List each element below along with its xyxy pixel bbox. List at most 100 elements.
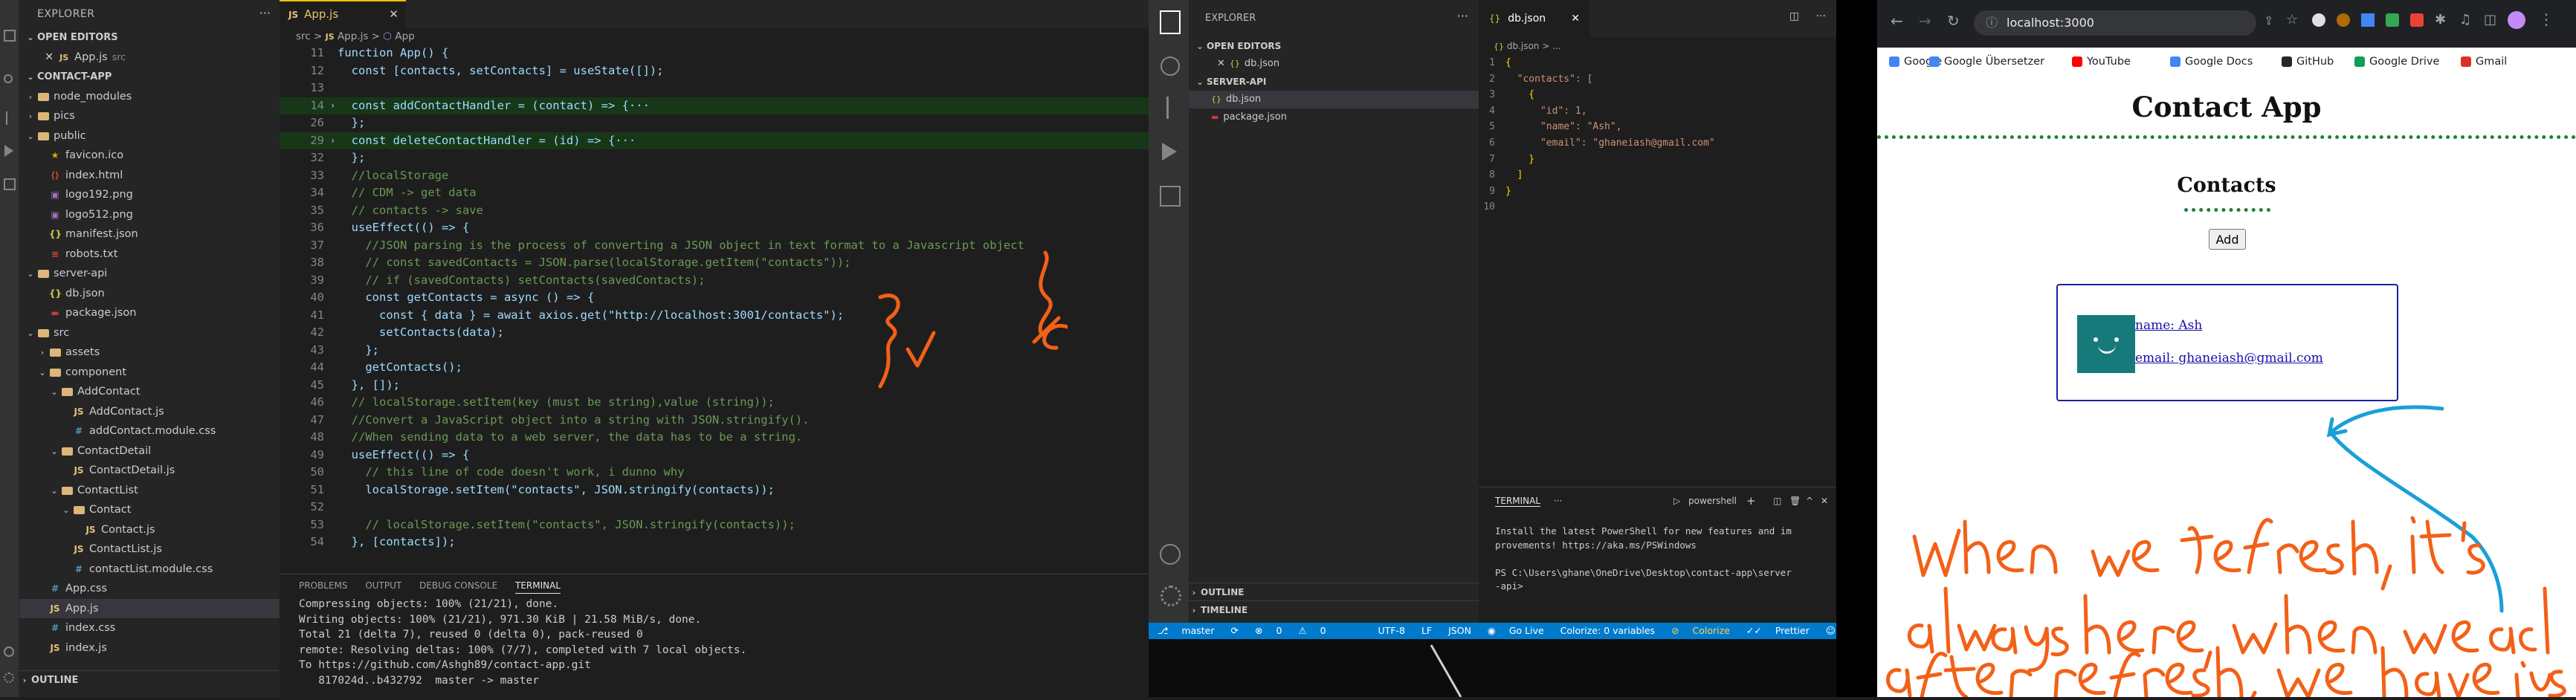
breadcrumb-symbol[interactable]: ... bbox=[1552, 41, 1560, 51]
code-line[interactable]: 50 // this line of code doesn't work, i … bbox=[280, 464, 1149, 482]
tree-item[interactable]: ▬ package.json bbox=[19, 303, 280, 323]
tree-item[interactable]: JS AddContact.js bbox=[19, 402, 280, 422]
tree-item[interactable]: ⌄ Contact bbox=[19, 500, 280, 520]
run-debug-icon[interactable] bbox=[1162, 143, 1177, 161]
tree-item[interactable]: ⌄ server-api bbox=[19, 264, 280, 284]
more-actions-icon[interactable]: ··· bbox=[1816, 10, 1826, 22]
code-line[interactable]: 8 ] bbox=[1479, 167, 1836, 184]
tree-item[interactable]: ⌄ public bbox=[19, 126, 280, 146]
project-header[interactable]: ⌄ SERVER-API bbox=[1189, 73, 1479, 91]
status-errors[interactable]: 0 bbox=[1276, 625, 1282, 636]
info-icon[interactable]: ⓘ bbox=[1986, 10, 1998, 36]
media-icon[interactable]: ♫ bbox=[2459, 12, 2471, 27]
open-editors-header[interactable]: ⌄ OPEN EDITORS bbox=[1189, 37, 1479, 55]
trash-icon[interactable]: 🗑 bbox=[1789, 487, 1801, 514]
sync-icon[interactable]: ⟳ bbox=[1230, 625, 1238, 636]
extension-icon[interactable] bbox=[2312, 13, 2325, 27]
tree-item[interactable]: ▣ logo512.png bbox=[19, 205, 280, 225]
account-icon[interactable] bbox=[4, 646, 14, 657]
breadcrumb-src[interactable]: src bbox=[296, 30, 311, 42]
tab-db-json[interactable]: {} db.json ✕ bbox=[1479, 0, 1590, 37]
terminal-shell-label[interactable]: powershell bbox=[1688, 487, 1737, 514]
code-line[interactable]: 53 // localStorage.setItem("contacts", J… bbox=[280, 516, 1149, 534]
status-prettier[interactable]: Prettier bbox=[1775, 625, 1810, 636]
open-editors-header[interactable]: ⌄ OPEN EDITORS bbox=[19, 28, 280, 48]
code-line[interactable]: 29 › const deleteContactHandler = (id) =>… bbox=[280, 132, 1149, 150]
close-icon[interactable]: ✕ bbox=[389, 1, 398, 27]
code-line[interactable]: 12 const [contacts, setContacts] = useSt… bbox=[280, 62, 1149, 80]
extension-icon[interactable] bbox=[2410, 13, 2424, 27]
bookmark-item[interactable]: Google Drive bbox=[2354, 54, 2439, 69]
extension-icon[interactable] bbox=[2337, 13, 2350, 27]
tree-item[interactable]: ⌄ component bbox=[19, 363, 280, 383]
code-line[interactable]: 10 bbox=[1479, 199, 1836, 215]
bookmark-item[interactable]: Google Übersetzer bbox=[1929, 54, 2044, 69]
code-line[interactable]: 51 localStorage.setItem("contacts", JSON… bbox=[280, 482, 1149, 499]
breadcrumb-symbol[interactable]: App bbox=[395, 30, 414, 42]
tree-item[interactable]: JS Contact.js bbox=[19, 520, 280, 540]
extension-icon[interactable] bbox=[2361, 13, 2375, 27]
code-line[interactable]: 49 useEffect(() => { bbox=[280, 447, 1149, 464]
tree-item[interactable]: {} manifest.json bbox=[19, 224, 280, 244]
add-terminal-icon[interactable]: + bbox=[1746, 487, 1756, 514]
code-line[interactable]: 6 "email": "ghaneiash@gmail.com" bbox=[1479, 135, 1836, 152]
avatar[interactable] bbox=[2508, 11, 2525, 29]
project-header[interactable]: ⌄ CONTACT-APP bbox=[19, 68, 280, 87]
breadcrumb-file[interactable]: db.json bbox=[1507, 41, 1540, 51]
outline-header[interactable]: › OUTLINE bbox=[19, 670, 280, 690]
close-icon[interactable]: ✕ bbox=[45, 51, 54, 63]
tab-app-js[interactable]: JS App.js ✕ bbox=[280, 0, 406, 28]
bookmark-item[interactable]: YouTube bbox=[2072, 54, 2131, 69]
star-icon[interactable]: ☆ bbox=[2286, 12, 2298, 27]
tree-item[interactable]: ▣ logo192.png bbox=[19, 185, 280, 205]
tree-item[interactable]: ⌄ src bbox=[19, 323, 280, 343]
tree-item[interactable]: ⌄ ContactDetail bbox=[19, 441, 280, 461]
share-icon[interactable]: ⇪ bbox=[2264, 13, 2273, 27]
tree-item[interactable]: JS ContactList.js bbox=[19, 539, 280, 560]
code-line[interactable]: 14 › const addContactHandler = (contact) … bbox=[280, 97, 1149, 115]
code-line[interactable]: 26 }; bbox=[280, 114, 1149, 132]
search-icon[interactable] bbox=[1161, 56, 1180, 76]
files-icon[interactable] bbox=[1160, 10, 1181, 34]
status-branch[interactable]: master bbox=[1181, 625, 1214, 636]
tab-problems[interactable]: PROBLEMS bbox=[299, 580, 348, 591]
extensions-icon[interactable] bbox=[4, 178, 16, 190]
tree-item[interactable]: ⌄ ContactList bbox=[19, 481, 280, 501]
close-icon[interactable]: ✕ bbox=[1571, 0, 1580, 37]
close-icon[interactable]: ✕ bbox=[1821, 487, 1828, 514]
reload-icon[interactable]: ↻ bbox=[1947, 12, 1960, 30]
tree-item[interactable]: {} db.json bbox=[19, 284, 280, 304]
tab-terminal[interactable]: TERMINAL bbox=[1495, 496, 1541, 507]
code-line[interactable]: 7 } bbox=[1479, 152, 1836, 168]
tree-item[interactable]: › pics bbox=[19, 106, 280, 126]
tree-item[interactable]: ⌄ AddContact bbox=[19, 382, 280, 402]
more-actions-icon[interactable]: ··· bbox=[1554, 496, 1562, 506]
code-line[interactable]: 34 // CDM -> get data bbox=[280, 184, 1149, 202]
terminal-output[interactable]: Install the latest PowerShell for new fe… bbox=[1479, 514, 1836, 594]
close-icon[interactable]: ✕ bbox=[1217, 58, 1225, 69]
tree-item[interactable]: › assets bbox=[19, 343, 280, 363]
tree-item[interactable]: JS index.js bbox=[19, 638, 280, 658]
fold-chevron-icon[interactable]: › bbox=[330, 132, 335, 150]
side-panel-icon[interactable]: ◫ bbox=[2484, 12, 2496, 27]
code-line[interactable]: 32 }; bbox=[280, 149, 1149, 167]
tree-item[interactable]: ≡ robots.txt bbox=[19, 244, 280, 265]
split-editor-icon[interactable]: ◫ bbox=[1789, 10, 1799, 22]
fold-chevron-icon[interactable]: › bbox=[330, 97, 335, 115]
tree-item-db-json[interactable]: {} db.json bbox=[1189, 91, 1479, 108]
terminal-output[interactable]: Compressing objects: 100% (21/21), done.… bbox=[280, 597, 1149, 688]
maximize-panel-icon[interactable]: ^ bbox=[1806, 487, 1813, 514]
bookmark-item[interactable]: Google Docs bbox=[2170, 54, 2253, 69]
timeline-header[interactable]: › TIMELINE bbox=[1189, 600, 1479, 618]
code-line[interactable]: 13 bbox=[280, 80, 1149, 97]
tree-item[interactable]: # App.css bbox=[19, 579, 280, 599]
tree-item[interactable]: # index.css bbox=[19, 618, 280, 638]
kebab-menu-icon[interactable]: ⋮ bbox=[2539, 10, 2554, 28]
status-colorize[interactable]: Colorize bbox=[1693, 625, 1730, 636]
code-line[interactable]: 4 "id": 1, bbox=[1479, 103, 1836, 120]
address-bar[interactable]: ⓘ localhost:3000 bbox=[1974, 10, 2256, 36]
code-line[interactable]: 33 //localStorage bbox=[280, 167, 1149, 185]
more-actions-icon[interactable]: ··· bbox=[259, 6, 271, 20]
tree-item[interactable]: # contactList.module.css bbox=[19, 560, 280, 580]
tab-debug-console[interactable]: DEBUG CONSOLE bbox=[419, 580, 497, 591]
